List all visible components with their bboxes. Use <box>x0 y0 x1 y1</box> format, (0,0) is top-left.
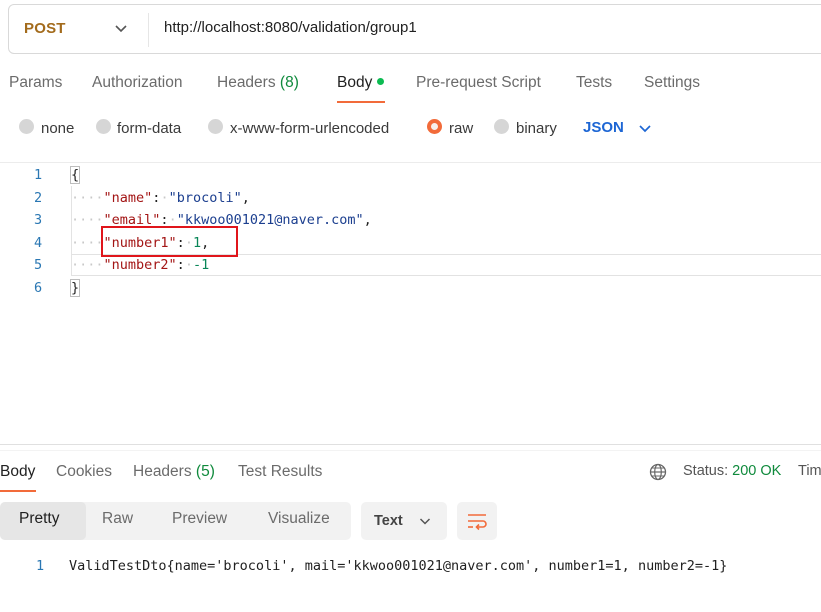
radio-none[interactable] <box>19 119 34 134</box>
code-line[interactable]: { <box>69 166 81 184</box>
radio-raw[interactable] <box>427 119 442 134</box>
code-line[interactable]: ····"name":·"brocoli", <box>71 190 250 206</box>
line-number: 1 <box>36 558 45 574</box>
response-tab-headers[interactable]: Headers (5) <box>133 463 215 481</box>
radio-urlencoded-label[interactable]: x-www-form-urlencoded <box>230 120 389 137</box>
colon: : <box>176 257 185 273</box>
chevron-down-icon[interactable] <box>112 19 130 37</box>
tab-authorization[interactable]: Authorization <box>92 74 182 92</box>
response-format-label[interactable]: Text <box>374 513 403 529</box>
tab-settings[interactable]: Settings <box>644 74 700 92</box>
radio-raw-label[interactable]: raw <box>449 120 473 137</box>
pane-divider[interactable] <box>0 444 821 445</box>
indent: ···· <box>71 257 104 273</box>
modified-dot-icon <box>377 78 385 85</box>
response-time-label: Tim <box>798 463 821 479</box>
active-tab-indicator <box>337 101 385 103</box>
response-status: Status: 200 OK <box>683 463 781 479</box>
radio-binary[interactable] <box>494 119 509 134</box>
radio-form-data[interactable] <box>96 119 111 134</box>
open-brace: { <box>69 166 81 184</box>
line-number: 2 <box>34 190 43 206</box>
tab-body-label: Body <box>337 74 373 91</box>
divider <box>0 450 821 451</box>
line-number: 5 <box>34 257 43 273</box>
view-mode-pretty[interactable]: Pretty <box>19 510 59 528</box>
divider <box>0 162 821 163</box>
tab-body[interactable]: Body <box>337 74 385 92</box>
code-line[interactable]: ····"number2":·-1 <box>71 257 209 273</box>
tab-tests[interactable]: Tests <box>576 74 612 92</box>
tab-params[interactable]: Params <box>9 74 62 92</box>
tab-headers-label: Headers <box>217 74 276 91</box>
chevron-down-icon[interactable] <box>418 514 432 528</box>
radio-urlencoded[interactable] <box>208 119 223 134</box>
response-tab-headers-label: Headers <box>133 463 192 480</box>
comma: , <box>241 190 250 206</box>
url-input[interactable]: http://localhost:8080/validation/group1 <box>164 19 417 36</box>
status-label: Status: <box>683 463 729 479</box>
line-number: 1 <box>34 167 43 183</box>
tab-prerequest-script[interactable]: Pre-request Script <box>416 74 541 92</box>
response-tab-headers-count: (5) <box>195 463 215 480</box>
chevron-down-icon[interactable] <box>637 120 653 136</box>
comma: , <box>363 212 372 228</box>
radio-binary-label[interactable]: binary <box>516 120 557 137</box>
view-mode-preview[interactable]: Preview <box>172 510 227 528</box>
indent: ···· <box>71 235 104 251</box>
line-number: 3 <box>34 212 43 228</box>
line-number: 6 <box>34 280 43 296</box>
indent: ···· <box>71 212 104 228</box>
indent: ···· <box>71 190 104 206</box>
annotation-highlight-box <box>101 226 238 257</box>
response-tab-body[interactable]: Body <box>0 463 35 481</box>
space: · <box>160 190 169 206</box>
json-key: "number2" <box>103 257 177 273</box>
radio-none-label[interactable]: none <box>41 120 74 137</box>
view-mode-raw[interactable]: Raw <box>102 510 133 528</box>
active-tab-indicator <box>0 490 36 492</box>
status-value[interactable]: 200 OK <box>732 463 781 479</box>
json-value: "brocoli" <box>168 190 242 206</box>
response-body-text[interactable]: ValidTestDto{name='brocoli', mail='kkwoo… <box>69 558 727 574</box>
close-brace: } <box>69 279 81 297</box>
line-number: 4 <box>34 235 43 251</box>
globe-icon[interactable] <box>649 463 667 481</box>
radio-form-data-label[interactable]: form-data <box>117 120 181 137</box>
tab-headers[interactable]: Headers (8) <box>217 74 299 92</box>
json-value: -1 <box>192 257 210 273</box>
space: · <box>184 257 193 273</box>
response-tab-test-results[interactable]: Test Results <box>238 463 322 481</box>
url-divider <box>148 13 149 47</box>
response-tab-cookies[interactable]: Cookies <box>56 463 112 481</box>
wrap-lines-icon[interactable] <box>466 511 488 531</box>
code-line[interactable]: } <box>69 279 81 297</box>
body-format-select[interactable]: JSON <box>583 119 624 136</box>
request-url-bar: POST http://localhost:8080/validation/gr… <box>8 4 821 54</box>
method-select[interactable]: POST <box>24 20 66 37</box>
tab-headers-count: (8) <box>279 74 299 91</box>
view-mode-visualize[interactable]: Visualize <box>268 510 330 528</box>
json-key: "name" <box>103 190 153 206</box>
